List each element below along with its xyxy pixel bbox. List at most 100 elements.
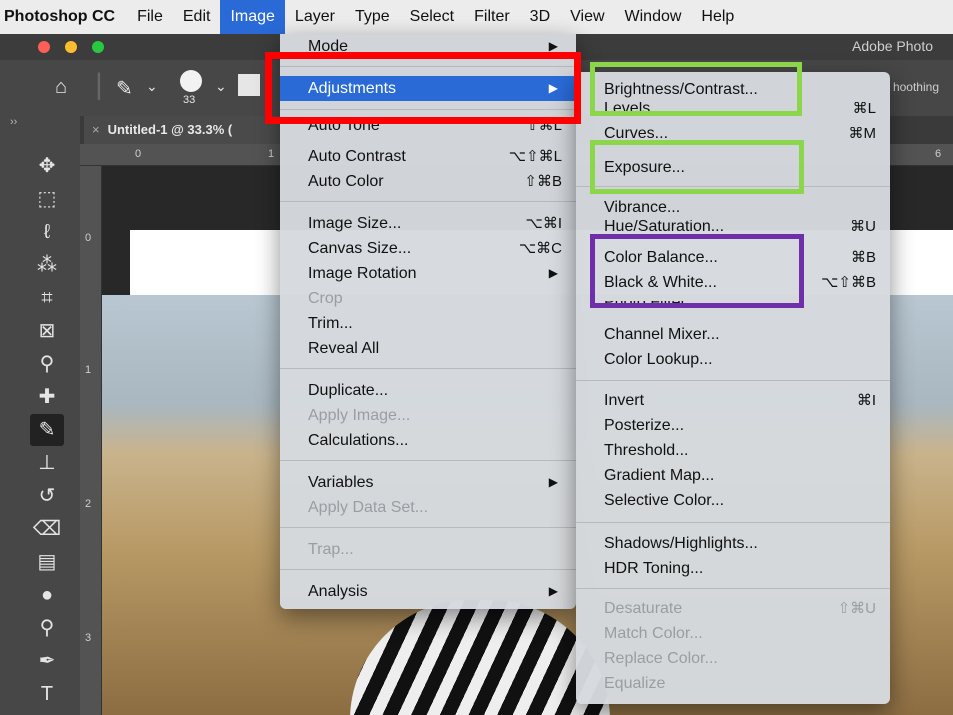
history-brush-icon[interactable]: ↺	[30, 480, 64, 512]
menu-item-auto-contrast[interactable]: Auto Contrast ⌥⇧⌘L	[280, 144, 576, 169]
eraser-icon[interactable]: ⌫	[30, 513, 64, 545]
blur-icon[interactable]: ●	[30, 579, 64, 611]
menu-item-match-color[interactable]: Match Color...	[576, 621, 890, 646]
menu-3d[interactable]: 3D	[520, 0, 560, 34]
ruler-mark: 3	[85, 632, 92, 644]
menu-item-calculations[interactable]: Calculations...	[280, 428, 576, 453]
clone-stamp-icon[interactable]: ⊥	[30, 447, 64, 479]
menu-item-equalize[interactable]: Equalize	[576, 671, 890, 696]
brush-preset-icon[interactable]: ✎	[116, 76, 133, 101]
menu-item-label: Trim...	[308, 315, 353, 332]
menu-item-hue-saturation[interactable]: Hue/Saturation... ⌘U	[576, 220, 890, 233]
menu-item-crop[interactable]: Crop	[280, 286, 576, 311]
menu-item-trap[interactable]: Trap...	[280, 537, 576, 562]
menu-edit[interactable]: Edit	[173, 0, 221, 34]
brush-settings-icon[interactable]	[238, 74, 260, 96]
menu-item-analysis[interactable]: Analysis ▶	[280, 579, 576, 604]
menu-image[interactable]: Image	[220, 0, 285, 34]
menu-item-hdr-toning[interactable]: HDR Toning...	[576, 556, 890, 581]
menu-view[interactable]: View	[560, 0, 614, 34]
zoom-window-button[interactable]	[92, 41, 104, 53]
dodge-icon[interactable]: ⚲	[30, 612, 64, 644]
menu-item-variables[interactable]: Variables ▶	[280, 470, 576, 495]
marquee-icon[interactable]: ⬚	[30, 183, 64, 215]
menu-item-label: Duplicate...	[308, 382, 389, 399]
menu-shortcut: ⌘I	[856, 392, 876, 409]
menu-window[interactable]: Window	[615, 0, 692, 34]
menu-type[interactable]: Type	[345, 0, 400, 34]
ruler-mark: 0	[135, 148, 142, 160]
menu-layer[interactable]: Layer	[285, 0, 345, 34]
menu-item-label: Hue/Saturation...	[604, 220, 725, 233]
menu-item-label: Analysis	[308, 583, 368, 600]
menu-separator	[576, 522, 890, 523]
menu-select[interactable]: Select	[400, 0, 464, 34]
chevron-down-icon[interactable]: ⌄	[146, 78, 158, 95]
menu-filter[interactable]: Filter	[464, 0, 520, 34]
chevron-down-icon[interactable]: ⌄	[215, 78, 227, 95]
menu-item-canvas-size[interactable]: Canvas Size... ⌥⌘C	[280, 236, 576, 261]
menu-help[interactable]: Help	[691, 0, 744, 34]
magic-wand-icon[interactable]: ⁂	[30, 249, 64, 281]
divider-icon: |	[95, 68, 103, 101]
window-title: Adobe Photo	[852, 38, 933, 54]
annotation-green-box-brightness	[590, 62, 802, 116]
menu-item-label: Replace Color...	[604, 650, 718, 667]
brush-icon[interactable]: ✎	[30, 414, 64, 446]
menu-item-apply-image[interactable]: Apply Image...	[280, 403, 576, 428]
menu-item-label: Variables	[308, 474, 374, 491]
menu-shortcut: ⌘U	[850, 220, 876, 233]
menu-item-label: Apply Image...	[308, 407, 411, 424]
ruler-mark: 1	[85, 364, 92, 376]
menu-item-label: Canvas Size...	[308, 240, 412, 257]
menu-item-channel-mixer[interactable]: Channel Mixer...	[576, 322, 890, 347]
menu-item-duplicate[interactable]: Duplicate...	[280, 378, 576, 403]
document-tab[interactable]: × Untitled-1 @ 33.3% (	[84, 116, 284, 144]
menu-item-shadows-highlights[interactable]: Shadows/Highlights...	[576, 531, 890, 556]
menu-item-gradient-map[interactable]: Gradient Map...	[576, 463, 890, 488]
document-tab-title: Untitled-1 @ 33.3% (	[107, 122, 233, 137]
pen-icon[interactable]: ✒	[30, 645, 64, 677]
menu-item-selective-color[interactable]: Selective Color...	[576, 488, 890, 513]
menu-app-photoshop[interactable]: Photoshop CC	[0, 0, 127, 34]
menu-item-desaturate[interactable]: Desaturate ⇧⌘U	[576, 596, 890, 621]
minimize-window-button[interactable]	[65, 41, 77, 53]
menu-separator	[280, 460, 576, 461]
menu-file[interactable]: File	[127, 0, 173, 34]
lasso-icon[interactable]: ℓ	[30, 216, 64, 248]
menu-item-label: Vibrance...	[604, 199, 681, 216]
menu-item-auto-color[interactable]: Auto Color ⇧⌘B	[280, 169, 576, 194]
eyedropper-icon[interactable]: ⚲	[30, 348, 64, 380]
menu-item-trim[interactable]: Trim...	[280, 311, 576, 336]
healing-brush-icon[interactable]: ✚	[30, 381, 64, 413]
panel-collapse-icon[interactable]: ››	[10, 116, 17, 128]
menu-item-image-size[interactable]: Image Size... ⌥⌘I	[280, 211, 576, 236]
menu-item-label: Auto Contrast	[308, 148, 406, 165]
menu-item-label: Selective Color...	[604, 492, 725, 509]
menu-item-label: Curves...	[604, 127, 669, 140]
menu-item-label: Apply Data Set...	[308, 499, 429, 516]
menu-shortcut: ⌘M	[848, 127, 877, 140]
gradient-icon[interactable]: ▤	[30, 546, 64, 578]
menu-item-threshold[interactable]: Threshold...	[576, 438, 890, 463]
frame-icon[interactable]: ⊠	[30, 315, 64, 347]
menu-item-vibrance[interactable]: Vibrance...	[576, 195, 890, 220]
move-icon[interactable]: ✥	[30, 150, 64, 182]
menu-item-color-lookup[interactable]: Color Lookup...	[576, 347, 890, 372]
menu-item-replace-color[interactable]: Replace Color...	[576, 646, 890, 671]
menu-item-curves[interactable]: Curves... ⌘M	[576, 127, 890, 140]
menu-item-reveal-all[interactable]: Reveal All	[280, 336, 576, 361]
submenu-arrow-icon: ▶	[548, 475, 558, 489]
crop-icon[interactable]: ⌗	[30, 282, 64, 314]
home-icon[interactable]: ⌂	[55, 76, 67, 99]
menu-item-posterize[interactable]: Posterize...	[576, 413, 890, 438]
menu-item-image-rotation[interactable]: Image Rotation ▶	[280, 261, 576, 286]
close-window-button[interactable]	[38, 41, 50, 53]
type-icon[interactable]: T	[30, 678, 64, 710]
menu-item-invert[interactable]: Invert ⌘I	[576, 388, 890, 413]
menu-item-apply-data-set[interactable]: Apply Data Set...	[280, 495, 576, 520]
annotation-green-box-exposure	[590, 140, 804, 194]
brush-tip-icon[interactable]	[180, 70, 202, 92]
menu-item-label: Calculations...	[308, 432, 409, 449]
close-tab-icon[interactable]: ×	[92, 122, 100, 137]
